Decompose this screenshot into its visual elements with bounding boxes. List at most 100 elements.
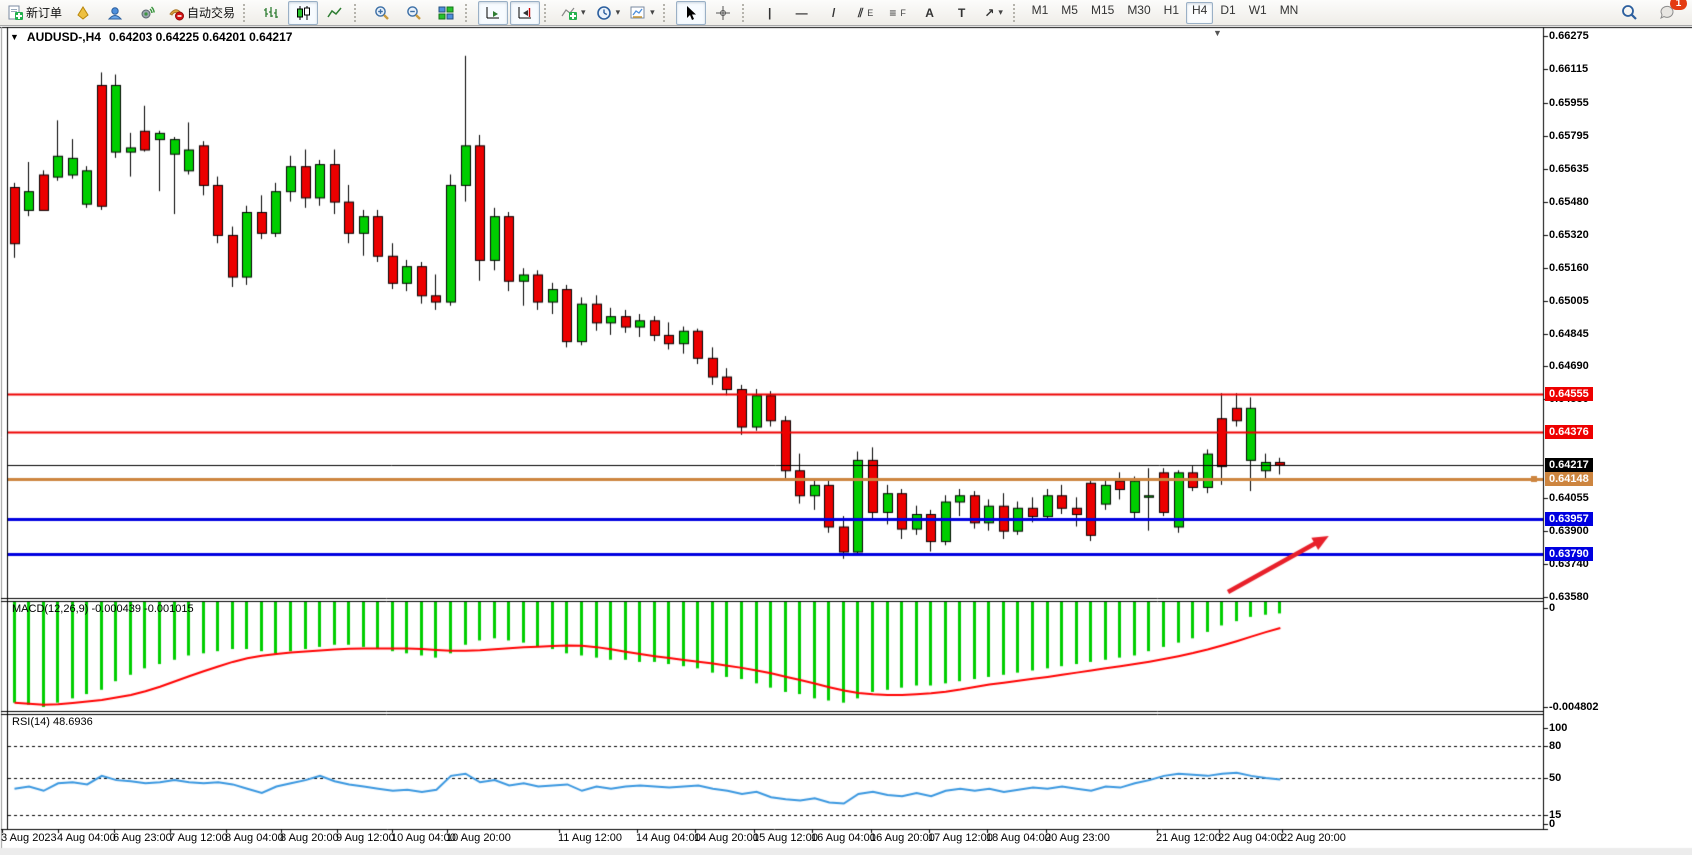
timeframe-button-mn[interactable]: MN bbox=[1274, 2, 1305, 24]
rsi-label: RSI(14) 48.6936 bbox=[12, 716, 93, 728]
mt4-window: { "toolbar": { "new_order_label": "新订单",… bbox=[0, 0, 1692, 855]
zoom-in-button[interactable] bbox=[367, 1, 397, 25]
chart-shift-button[interactable] bbox=[510, 1, 540, 25]
timeframe-button-m30[interactable]: M30 bbox=[1121, 2, 1156, 24]
community-button[interactable] bbox=[100, 1, 130, 25]
price-line-badge: 0.64555 bbox=[1545, 387, 1593, 401]
crosshair-button[interactable] bbox=[708, 1, 738, 25]
price-axis-tick: 0.65320 bbox=[1549, 229, 1589, 241]
text-tool-icon: A bbox=[925, 7, 934, 19]
autotrading-icon bbox=[168, 5, 184, 21]
toolbar-grip bbox=[544, 4, 553, 22]
trendline-tool-button[interactable]: / bbox=[819, 1, 849, 25]
rsi-axis-tick: 80 bbox=[1549, 740, 1561, 752]
templates-button[interactable]: ▾ bbox=[626, 1, 659, 25]
main-toolbar: 新订单 自动交易 bbox=[0, 0, 1692, 26]
time-axis-label: 3 Aug 2023 bbox=[1, 832, 57, 844]
styler-button[interactable] bbox=[68, 1, 98, 25]
dropdown-icon: ▾ bbox=[998, 7, 1003, 18]
price-line-badge: 0.63790 bbox=[1545, 547, 1593, 561]
price-axis-tick: 0.65005 bbox=[1549, 295, 1589, 307]
toolbar-grip bbox=[243, 4, 252, 22]
fibonacci-tool-button[interactable]: ≡F bbox=[883, 1, 913, 25]
text-tool-button[interactable]: A bbox=[915, 1, 945, 25]
indicators-icon bbox=[561, 5, 577, 21]
templates-icon bbox=[630, 5, 646, 21]
timeframe-button-m15[interactable]: M15 bbox=[1085, 2, 1120, 24]
chart-shift-icon bbox=[517, 5, 533, 21]
macd-axis-zero: 0 bbox=[1549, 602, 1555, 614]
time-axis-label: 20 Aug 23:00 bbox=[1045, 832, 1110, 844]
rsi-axis-tick: 0 bbox=[1549, 818, 1555, 830]
cursor-button[interactable] bbox=[676, 1, 706, 25]
time-axis-label: 14 Aug 04:00 bbox=[636, 832, 701, 844]
hline-tool-button[interactable]: — bbox=[787, 1, 817, 25]
toolbar-right: 1 bbox=[1614, 1, 1688, 25]
time-axis-label: 22 Aug 20:00 bbox=[1281, 832, 1346, 844]
vline-icon: | bbox=[768, 7, 771, 19]
new-order-button[interactable]: 新订单 bbox=[4, 1, 66, 25]
price-axis-tick: 0.66275 bbox=[1549, 30, 1589, 42]
line-chart-button[interactable] bbox=[320, 1, 350, 25]
indicators-button[interactable]: ▾ bbox=[557, 1, 590, 25]
price-axis-tick: 0.64055 bbox=[1549, 492, 1589, 504]
line-chart-icon bbox=[327, 5, 343, 21]
candle-chart-icon bbox=[295, 5, 311, 21]
search-icon bbox=[1621, 4, 1638, 21]
price-axis-tick: 0.65480 bbox=[1549, 196, 1589, 208]
price-axis-tick: 0.65635 bbox=[1549, 163, 1589, 175]
bar-chart-icon bbox=[263, 5, 279, 21]
price-axis-tick: 0.65160 bbox=[1549, 262, 1589, 274]
bar-chart-button[interactable] bbox=[256, 1, 286, 25]
price-line-badge: 0.64376 bbox=[1545, 425, 1593, 439]
toolbar-grip bbox=[354, 4, 363, 22]
autotrading-button[interactable]: 自动交易 bbox=[164, 1, 239, 25]
candle-chart-button[interactable] bbox=[288, 1, 318, 25]
channel-icon: ⫽ bbox=[858, 7, 863, 19]
timeframe-button-w1[interactable]: W1 bbox=[1243, 2, 1273, 24]
zoom-out-button[interactable] bbox=[399, 1, 429, 25]
chart-canvas[interactable] bbox=[0, 0, 1692, 855]
zoom-in-icon bbox=[374, 5, 390, 21]
new-order-label: 新订单 bbox=[26, 4, 62, 21]
time-axis-label: 16 Aug 20:00 bbox=[870, 832, 935, 844]
time-axis-label: 18 Aug 04:00 bbox=[986, 832, 1051, 844]
autoscroll-button[interactable] bbox=[478, 1, 508, 25]
price-line-badge: 0.64148 bbox=[1545, 472, 1593, 486]
time-axis-label: 8 Aug 20:00 bbox=[280, 832, 339, 844]
new-order-icon bbox=[8, 5, 23, 20]
community-icon bbox=[107, 5, 123, 21]
search-button[interactable] bbox=[1614, 1, 1644, 25]
vline-tool-button[interactable]: | bbox=[755, 1, 785, 25]
periods-button[interactable]: ▾ bbox=[592, 1, 625, 25]
price-axis-tick: 0.64690 bbox=[1549, 360, 1589, 372]
tile-windows-button[interactable] bbox=[431, 1, 461, 25]
time-axis-label: 11 Aug 12:00 bbox=[558, 832, 622, 844]
chart-title: ▼ AUDUSD-,H4 0.64203 0.64225 0.64201 0.6… bbox=[10, 30, 292, 44]
signals-icon bbox=[139, 5, 155, 21]
timeframe-button-m1[interactable]: M1 bbox=[1026, 2, 1055, 24]
rsi-axis-tick: 100 bbox=[1549, 722, 1567, 734]
timeframe-button-d1[interactable]: D1 bbox=[1214, 2, 1241, 24]
signals-button[interactable] bbox=[132, 1, 162, 25]
symbol-period-label: AUDUSD-,H4 bbox=[27, 30, 101, 44]
time-axis-label: 21 Aug 12:00 bbox=[1156, 832, 1221, 844]
timeframe-button-h1[interactable]: H1 bbox=[1158, 2, 1185, 24]
timeframe-button-m5[interactable]: M5 bbox=[1055, 2, 1084, 24]
channel-tool-button[interactable]: ⫽E bbox=[851, 1, 881, 25]
toolbar-grip bbox=[1013, 4, 1022, 22]
arrows-tool-button[interactable]: ↗▾ bbox=[979, 1, 1009, 25]
time-axis-label: 7 Aug 12:00 bbox=[169, 832, 228, 844]
toolbar-grip bbox=[742, 4, 751, 22]
label-tool-button[interactable]: T bbox=[947, 1, 977, 25]
macd-axis-min: -0.004802 bbox=[1549, 701, 1599, 713]
chat-button[interactable]: 1 bbox=[1652, 1, 1682, 25]
title-collapse-icon[interactable]: ▼ bbox=[10, 32, 19, 42]
toolbar-grip bbox=[465, 4, 474, 22]
chart-shift-marker-icon[interactable]: ▼ bbox=[1213, 28, 1222, 38]
price-axis-tick: 0.66115 bbox=[1549, 63, 1588, 75]
price-line-badge: 0.64217 bbox=[1545, 458, 1593, 472]
timeframe-group: M1M5M15M30H1H4D1W1MN bbox=[1026, 2, 1305, 24]
price-axis-tick: 0.65795 bbox=[1549, 130, 1589, 142]
timeframe-button-h4[interactable]: H4 bbox=[1186, 2, 1213, 24]
